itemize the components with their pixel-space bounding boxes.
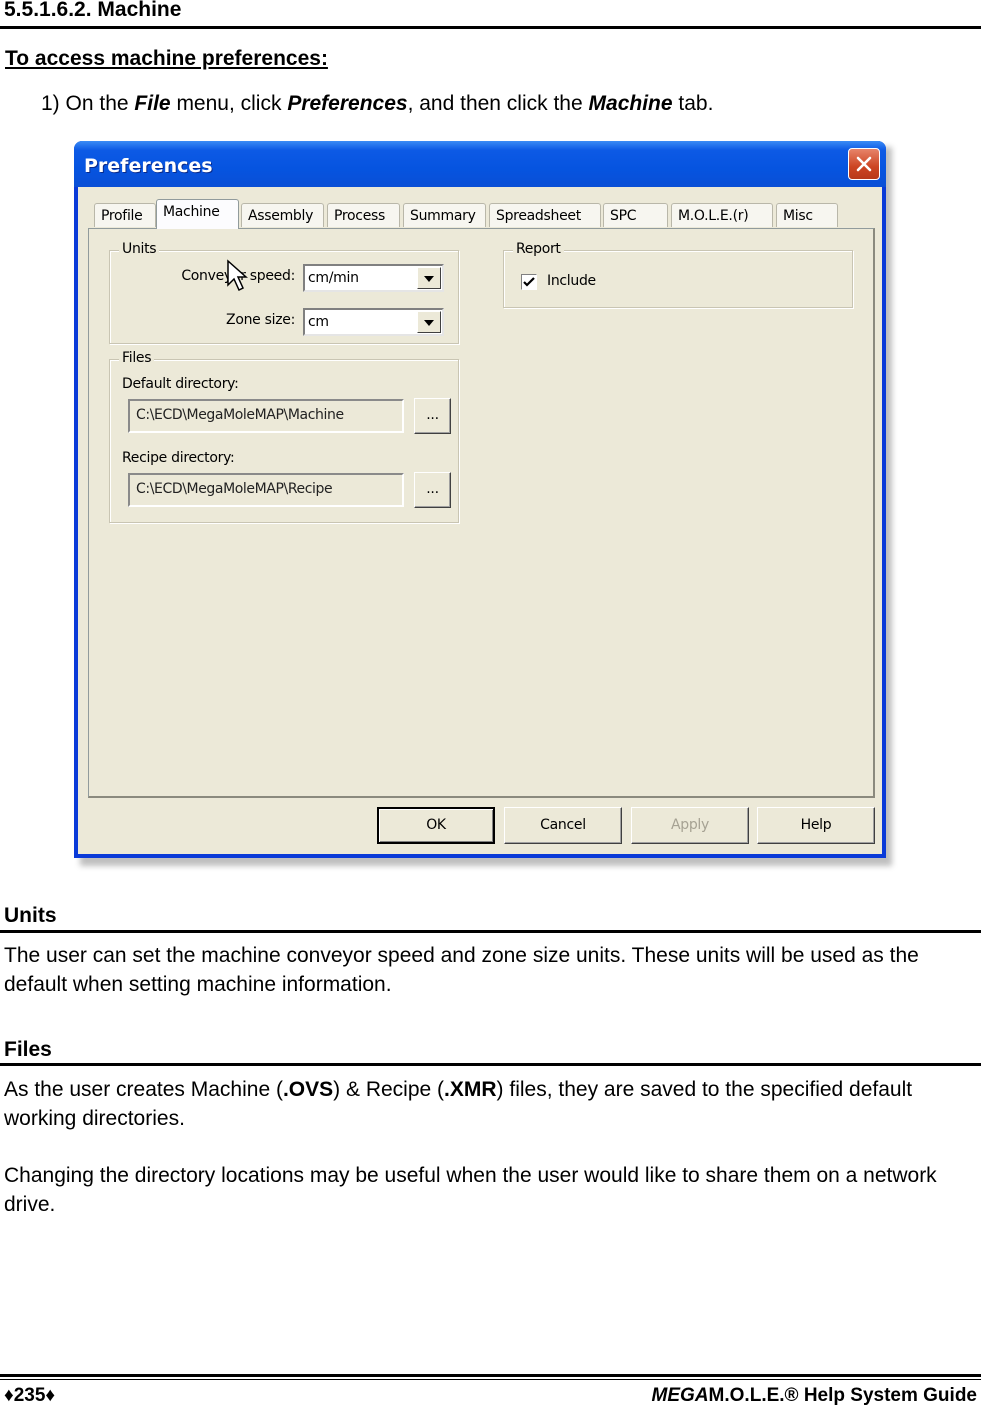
files-group-label: Files: [119, 350, 155, 366]
step-text-4: , and then click the: [407, 92, 589, 115]
preferences-dialog: Preferences Profile Machine Assembly Pro…: [74, 141, 886, 858]
tab-spreadsheet[interactable]: Spreadsheet: [489, 203, 601, 227]
report-group-label: Report: [513, 241, 564, 257]
recipe-directory-label: Recipe directory:: [122, 450, 235, 466]
ovs-extension: .OVS: [282, 1078, 334, 1101]
default-directory-value: C:\ECD\MegaMoleMAP\Machine: [136, 407, 344, 423]
step-number: 1): [41, 92, 60, 115]
step-machine-term: Machine: [588, 92, 673, 115]
tab-mole[interactable]: M.O.L.E.(r): [671, 203, 773, 227]
include-report-checkbox[interactable]: [521, 274, 537, 290]
units-group: Units Conveyor speed: cm/min Zone size: …: [109, 241, 459, 344]
report-group: Report Include: [503, 241, 853, 308]
units-group-label: Units: [119, 241, 160, 257]
conveyor-speed-select[interactable]: cm/min: [303, 264, 444, 292]
guide-title-mega: MEGA: [651, 1385, 709, 1406]
step-text-0: On the: [65, 92, 135, 115]
footer-rule-thick: [0, 1374, 981, 1377]
footer-rule-thin: [0, 1379, 981, 1380]
xmr-extension: .XMR: [444, 1078, 497, 1101]
tab-assembly[interactable]: Assembly: [241, 203, 324, 227]
chevron-down-icon[interactable]: [417, 267, 441, 289]
tab-spc[interactable]: SPC: [603, 203, 668, 227]
step-preferences-term: Preferences: [287, 92, 408, 115]
section-title: 5.5.1.6.2. Machine: [4, 0, 182, 21]
cancel-button[interactable]: Cancel: [504, 807, 622, 844]
files-heading-rule: [0, 1063, 981, 1066]
units-description: The user can set the machine conveyor sp…: [4, 944, 919, 996]
machine-tab-panel: Units Conveyor speed: cm/min Zone size: …: [88, 228, 875, 798]
guide-title: MEGAM.O.L.E.® Help System Guide: [652, 1385, 977, 1407]
include-report-label[interactable]: Include: [547, 273, 596, 289]
zone-size-select[interactable]: cm: [303, 308, 444, 336]
tab-machine[interactable]: Machine: [156, 199, 239, 229]
checkmark-icon: [523, 277, 535, 287]
page-number: ♦235♦: [4, 1385, 56, 1406]
browse-recipe-directory-button[interactable]: ...: [414, 472, 451, 508]
procedure-subheading: To access machine preferences:: [5, 47, 328, 70]
mouse-pointer-icon: [227, 259, 248, 292]
procedure-step-1: 1) On the File menu, click Preferences, …: [41, 92, 713, 116]
close-x-icon: [856, 156, 872, 172]
apply-button[interactable]: Apply: [631, 807, 749, 844]
conveyor-speed-value: cm/min: [308, 270, 359, 286]
files-text-2: ) & Recipe (: [333, 1078, 445, 1101]
default-directory-label: Default directory:: [122, 376, 239, 392]
ok-button[interactable]: OK: [377, 807, 495, 844]
step-text-2: menu, click: [170, 92, 288, 115]
files-heading: Files: [4, 1038, 52, 1061]
files-text-0: As the user creates Machine (: [4, 1078, 283, 1101]
recipe-directory-field[interactable]: C:\ECD\MegaMoleMAP\Recipe: [128, 473, 404, 507]
section-title-rule: [0, 26, 981, 29]
tab-process[interactable]: Process: [327, 203, 400, 227]
step-text-6: tab.: [672, 92, 714, 115]
help-button[interactable]: Help: [757, 807, 875, 844]
tab-misc[interactable]: Misc: [776, 203, 838, 227]
default-directory-field[interactable]: C:\ECD\MegaMoleMAP\Machine: [128, 399, 404, 433]
close-button[interactable]: [848, 148, 880, 180]
files-network-note: Changing the directory locations may be …: [4, 1164, 937, 1216]
recipe-directory-value: C:\ECD\MegaMoleMAP\Recipe: [136, 481, 333, 497]
guide-title-rest: M.O.L.E.® Help System Guide: [708, 1385, 977, 1406]
dialog-titlebar[interactable]: Preferences: [74, 141, 886, 187]
tab-profile[interactable]: Profile: [94, 203, 156, 227]
files-description: As the user creates Machine (.OVS) & Rec…: [4, 1075, 979, 1133]
zone-size-value: cm: [308, 314, 329, 330]
tab-summary[interactable]: Summary: [403, 203, 486, 227]
dialog-title: Preferences: [84, 155, 213, 177]
files-group: Files Default directory: C:\ECD\MegaMole…: [109, 350, 459, 523]
dialog-client-area: Profile Machine Assembly Process Summary…: [78, 187, 882, 854]
chevron-down-icon[interactable]: [417, 311, 441, 333]
browse-default-directory-button[interactable]: ...: [414, 398, 451, 434]
units-heading: Units: [4, 904, 57, 927]
units-heading-rule: [0, 930, 981, 933]
step-file-term: File: [134, 92, 171, 115]
zone-size-label: Zone size:: [226, 312, 295, 328]
